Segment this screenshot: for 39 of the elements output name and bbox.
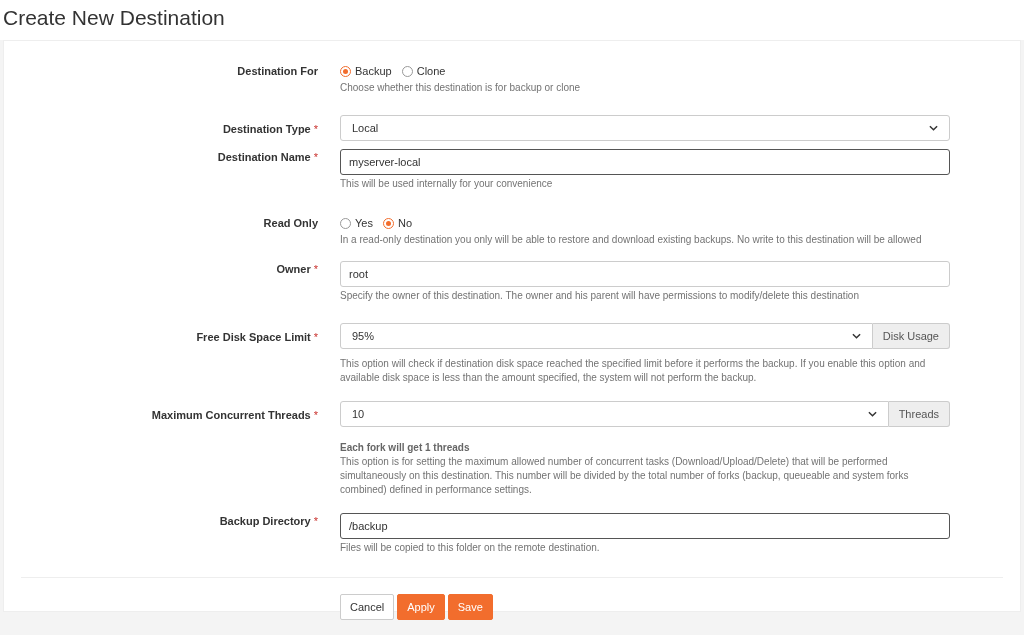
field-label: Destination For [237,64,318,78]
chevron-down-icon [867,411,877,417]
help-text: This option will check if destination disk space reached the specified limit before it performs the backup. If you enable this option and available disk space is less than the amount specified, the system will not perform the backup. [340,357,927,385]
field-label: Maximum Concurrent Threads [151,408,311,422]
text-field[interactable]: /backup [340,513,950,539]
radio-option[interactable]: Clone [401,62,446,80]
help-note: Each fork will get 1 threads [340,441,471,455]
help-text: Choose whether this destination is for backup or clone [340,81,582,95]
help-text: This will be used internally for your convenience [340,177,554,191]
field-label: Destination Name [217,150,311,164]
help-text: Files will be copied to this folder on the remote destination. [340,541,601,555]
required-mark: * [313,408,318,422]
field-label: Destination Type [222,122,311,136]
chevron-down-icon [929,125,938,131]
required-mark: * [313,150,318,164]
required-mark: * [313,122,318,136]
select-field[interactable]: 10 [340,401,889,427]
radio-option[interactable]: Yes [340,214,373,232]
required-mark: * [313,330,318,344]
input-addon: Threads [888,401,950,427]
field-label: Owner [276,262,311,276]
input-addon: Disk Usage [872,323,950,349]
field-label: Backup Directory [219,514,311,528]
page-title: Create New Destination [3,5,225,31]
radio-option[interactable]: No [382,214,412,232]
required-mark: * [313,514,318,528]
help-text: Specify the owner of this destination. The owner and his parent will have permissions to modify/delete this destination [340,289,860,303]
chevron-down-icon [851,333,861,339]
help-text: This option is for setting the maximum allowed number of concurrent tasks (Download/Upload/Delete) that will be performed simultaneously on this destination. This number will be divided by the total number of forks (backup, queueable and system forks combined) defined in performance settings. [340,455,910,497]
action-button[interactable]: Cancel [340,594,395,620]
help-text: In a read-only destination you only will be able to restore and download existing backups. No write to this destination will be allowed [340,233,923,247]
required-mark: * [313,262,318,276]
text-field[interactable]: myserver-local [340,149,950,175]
field-label: Free Disk Space Limit [196,330,311,344]
field-label: Read Only [263,216,318,230]
select-field[interactable]: 95% [340,323,873,349]
select-field[interactable]: Local [340,115,950,141]
text-field[interactable]: root [340,261,950,287]
radio-option[interactable]: Backup [340,62,392,80]
